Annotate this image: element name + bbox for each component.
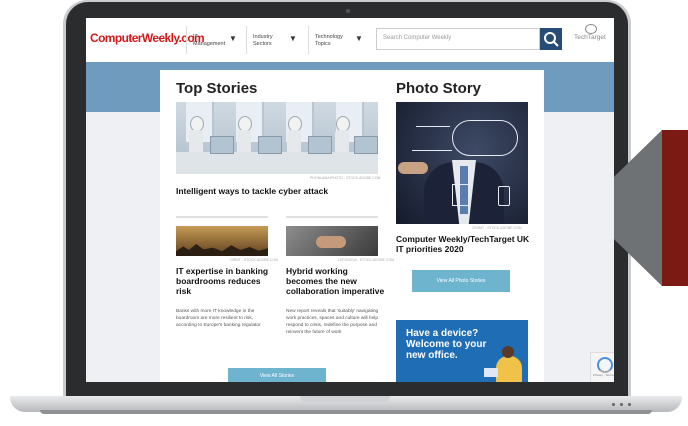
hero-image[interactable] (176, 102, 378, 174)
robot-body (335, 130, 349, 152)
monitor (210, 136, 234, 154)
techtarget-logo-icon (585, 24, 597, 34)
article-title-banking[interactable]: IT expertise in banking boardrooms reduc… (176, 266, 272, 296)
search-button[interactable] (540, 28, 562, 50)
phone-icon (498, 186, 510, 206)
cloud-icon (452, 120, 518, 156)
main-content: Top Stories Photo Story PHONLAMAIPHOTO -… (160, 70, 544, 382)
recaptcha-text: Privacy - Terms (593, 373, 614, 377)
article-summary-hybrid: New report reveals that 'suitably' navig… (286, 309, 379, 335)
hero-article-title[interactable]: Intelligent ways to tackle cyber attack (176, 186, 376, 196)
laptop-notch (300, 396, 390, 402)
photo-story-image[interactable] (396, 102, 528, 224)
chevron-down-icon: ▼ (289, 34, 297, 43)
background-block (662, 130, 688, 286)
image-credit: LEPUNOVA - STOCK.ADOBE.COM (338, 258, 395, 262)
desk (176, 152, 378, 174)
image-credit: ZENMY - STOCK.ADOBE.COM (472, 226, 522, 230)
webcam-icon (346, 9, 350, 13)
hand (316, 236, 346, 248)
skyline (176, 244, 268, 256)
robot-body (287, 130, 301, 152)
image-credit: ORBIT - STOCK.ADOBE.COM (230, 258, 279, 262)
person-head (502, 346, 514, 358)
monitor (354, 136, 378, 154)
divider (286, 216, 378, 218)
nav-industry-sectors[interactable]: Industry Sectors ▼ (246, 26, 303, 54)
search-icon (544, 32, 559, 47)
search-placeholder: Search Computer Weekly (383, 35, 452, 41)
monitor (258, 136, 282, 154)
top-stories-heading: Top Stories (176, 80, 258, 97)
search-input[interactable]: Search Computer Weekly (376, 28, 540, 50)
robot-body (189, 130, 203, 152)
nav-label: Technology Topics (315, 34, 343, 47)
article-summary-banking: Banks with more IT knowledge in the boar… (176, 309, 261, 328)
tablet-icon (452, 184, 470, 206)
view-all-stories-button[interactable]: View All Stories (228, 368, 326, 382)
nav-technology-topics[interactable]: Technology Topics ▼ (308, 26, 373, 54)
advertisement[interactable]: Have a device? Welcome to your new offic… (396, 320, 528, 382)
laptop-icon (484, 368, 498, 377)
arrow-line (412, 150, 452, 151)
article-title-hybrid[interactable]: Hybrid working becomes the new collabora… (286, 266, 386, 296)
port-indicator (620, 403, 623, 406)
chevron-down-icon: ▼ (355, 34, 363, 43)
photo-story-heading: Photo Story (396, 80, 481, 97)
laptop-screen: ComputerWeekly.com IT Management ▼ Indus… (86, 18, 614, 382)
article-image-banking[interactable] (176, 226, 268, 256)
recaptcha-badge[interactable]: Privacy - Terms (590, 352, 614, 382)
hand (398, 162, 428, 174)
robot-body (237, 130, 251, 152)
chevron-down-icon: ▼ (229, 34, 237, 43)
nav-label: IT Management (193, 34, 226, 47)
port-indicator (628, 403, 631, 406)
divider (176, 216, 268, 218)
nav-it-management[interactable]: IT Management ▼ (186, 26, 243, 54)
arrow-line (416, 126, 450, 127)
ad-text: Have a device? Welcome to your new offic… (406, 328, 487, 361)
image-credit: PHONLAMAIPHOTO - STOCK.ADOBE.COM (310, 176, 381, 180)
view-all-photo-stories-button[interactable]: View All Photo Stories (412, 270, 510, 292)
person-illustration (496, 356, 522, 382)
article-image-hybrid[interactable] (286, 226, 378, 256)
recaptcha-icon (597, 357, 613, 373)
nav-label: Industry Sectors (253, 34, 273, 47)
port-indicator (612, 403, 615, 406)
site-header: ComputerWeekly.com IT Management ▼ Indus… (86, 18, 614, 63)
laptop-base-bottom (40, 410, 652, 414)
monitor (308, 136, 332, 154)
photo-story-title[interactable]: Computer Weekly/TechTarget UK IT priorit… (396, 234, 530, 254)
techtarget-logo[interactable]: TechTarget (574, 34, 606, 41)
